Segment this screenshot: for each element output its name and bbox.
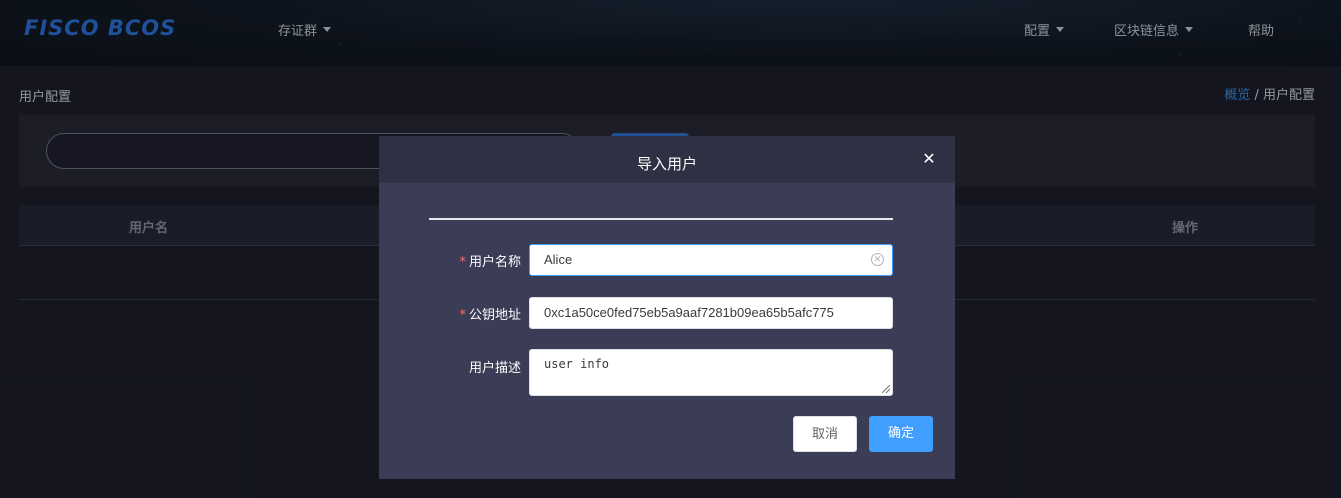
clear-icon[interactable]: ✕ (871, 253, 884, 266)
public-key-address-input[interactable]: 0xc1a50ce0fed75eb5a9aaf7281b09ea65b5afc7… (529, 297, 893, 329)
username-input[interactable]: Alice ✕ (529, 244, 893, 276)
description-label-text: 用户描述 (468, 361, 521, 376)
description-label: 用户描述 (391, 357, 521, 376)
import-user-dialog: 导入用户 ✕ * 用户名称 Alice ✕ * 公钥地址 0xc1a50ce0fed… (379, 136, 955, 479)
resize-handle-icon[interactable] (882, 385, 890, 393)
required-asterisk: * (459, 255, 466, 270)
form-divider (429, 218, 893, 220)
cancel-button[interactable]: 取消 (793, 416, 857, 452)
address-label-text: 公钥地址 (468, 308, 521, 323)
close-icon[interactable]: ✕ (921, 151, 937, 167)
description-textarea[interactable]: user info (529, 349, 893, 396)
address-label: * 公钥地址 (391, 304, 521, 323)
address-value: 0xc1a50ce0fed75eb5a9aaf7281b09ea65b5afc7… (544, 305, 834, 320)
confirm-button[interactable]: 确定 (869, 416, 933, 452)
username-label-text: 用户名称 (468, 255, 521, 270)
username-label: * 用户名称 (391, 251, 521, 270)
dialog-header: 导入用户 ✕ (379, 136, 955, 183)
description-value: user info (544, 357, 610, 371)
username-value: Alice (544, 252, 573, 267)
dialog-title: 导入用户 (636, 155, 697, 173)
required-asterisk: * (459, 308, 466, 323)
